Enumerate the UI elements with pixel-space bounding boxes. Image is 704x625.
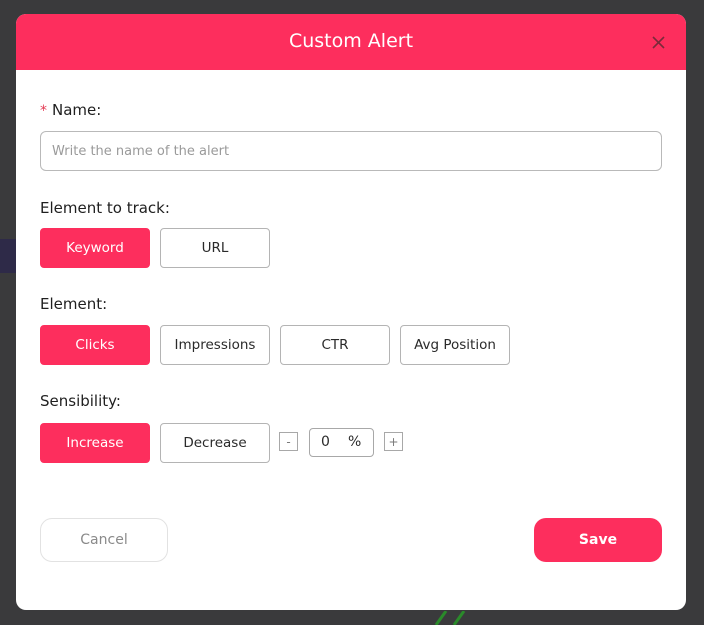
cancel-button[interactable]: Cancel	[40, 518, 168, 562]
name-input[interactable]	[40, 131, 662, 171]
increase-option-button[interactable]: Increase	[40, 423, 150, 463]
percentage-field[interactable]: 0 %	[309, 428, 374, 457]
percentage-unit: %	[348, 434, 362, 450]
element-to-track-label: Element to track:	[40, 199, 170, 217]
decrement-button[interactable]: -	[279, 432, 298, 451]
custom-alert-modal: Custom Alert * Name: Element to track: Ke…	[16, 14, 686, 610]
required-marker: *	[40, 103, 47, 119]
save-button[interactable]: Save	[534, 518, 662, 562]
element-label: Element:	[40, 295, 108, 313]
url-option-button[interactable]: URL	[160, 228, 270, 268]
name-label-text: Name:	[52, 101, 102, 119]
decrease-option-button[interactable]: Decrease	[160, 423, 270, 463]
impressions-option-button[interactable]: Impressions	[160, 325, 270, 365]
close-icon	[651, 35, 665, 49]
ctr-option-button[interactable]: CTR	[280, 325, 390, 365]
increment-button[interactable]: +	[384, 432, 403, 451]
modal-title: Custom Alert	[288, 30, 414, 52]
background-chart-fragment	[434, 611, 466, 625]
close-button[interactable]	[648, 32, 668, 52]
avg-position-option-button[interactable]: Avg Position	[400, 325, 510, 365]
percentage-value: 0	[321, 434, 330, 450]
clicks-option-button[interactable]: Clicks	[40, 325, 150, 365]
modal-header: Custom Alert	[16, 14, 686, 70]
background-page-fragment	[0, 239, 16, 273]
name-label: * Name:	[40, 100, 101, 121]
keyword-option-button[interactable]: Keyword	[40, 228, 150, 268]
sensibility-label: Sensibility:	[40, 392, 121, 410]
